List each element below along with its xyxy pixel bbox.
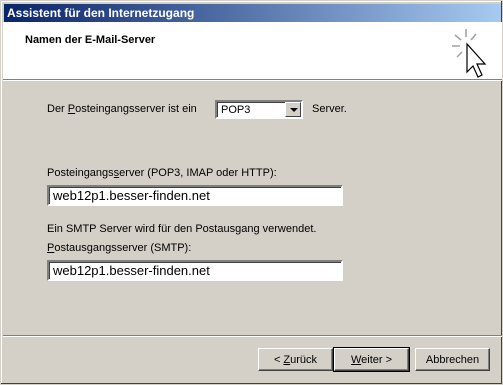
cancel-button[interactable]: Abbrechen — [415, 348, 490, 371]
next-button-mnemonic: W — [350, 354, 362, 366]
incoming-server-type-select[interactable]: POP3 — [215, 100, 303, 119]
incoming-type-label-prefix: Der — [47, 103, 68, 115]
back-button[interactable]: < Zurück — [258, 348, 333, 371]
window-title: Assistent für den Internetzugang — [7, 6, 195, 20]
incoming-server-label-a: Posteingangs — [47, 167, 114, 179]
header-separator — [3, 79, 502, 81]
wizard-cursor-icon — [452, 27, 492, 82]
incoming-type-label-rest: osteingangsserver ist ein — [75, 103, 197, 115]
incoming-server-type-value: POP3 — [221, 104, 251, 116]
outgoing-server-label: Postausgangsserver (SMTP): — [47, 242, 191, 254]
outgoing-server-input[interactable]: web12p1.besser-finden.net — [47, 260, 343, 281]
incoming-server-input[interactable]: web12p1.besser-finden.net — [47, 185, 343, 206]
back-button-arrow: < — [273, 354, 284, 366]
wizard-window: Assistent für den Internetzugang Namen d… — [0, 0, 503, 385]
incoming-server-label: Posteingangsserver (POP3, IMAP oder HTTP… — [47, 167, 277, 179]
page-title: Namen der E-Mail-Server — [25, 34, 156, 46]
chevron-down-icon[interactable] — [285, 102, 301, 117]
title-bar[interactable]: Assistent für den Internetzugang — [4, 4, 501, 22]
incoming-type-label: Der Posteingangsserver ist ein — [47, 103, 197, 115]
next-button-label: eiter > — [361, 354, 393, 366]
footer-separator — [3, 335, 502, 337]
incoming-server-label-b: erver (POP3, IMAP oder HTTP): — [119, 167, 277, 179]
back-button-label: urück — [290, 354, 318, 366]
server-suffix-label: Server. — [312, 103, 347, 115]
next-button[interactable]: Weiter > — [333, 347, 410, 372]
wizard-header: Namen der E-Mail-Server — [3, 22, 502, 79]
outgoing-server-label-rest: ostausgangsserver (SMTP): — [54, 242, 192, 254]
smtp-note: Ein SMTP Server wird für den Postausgang… — [47, 223, 317, 235]
